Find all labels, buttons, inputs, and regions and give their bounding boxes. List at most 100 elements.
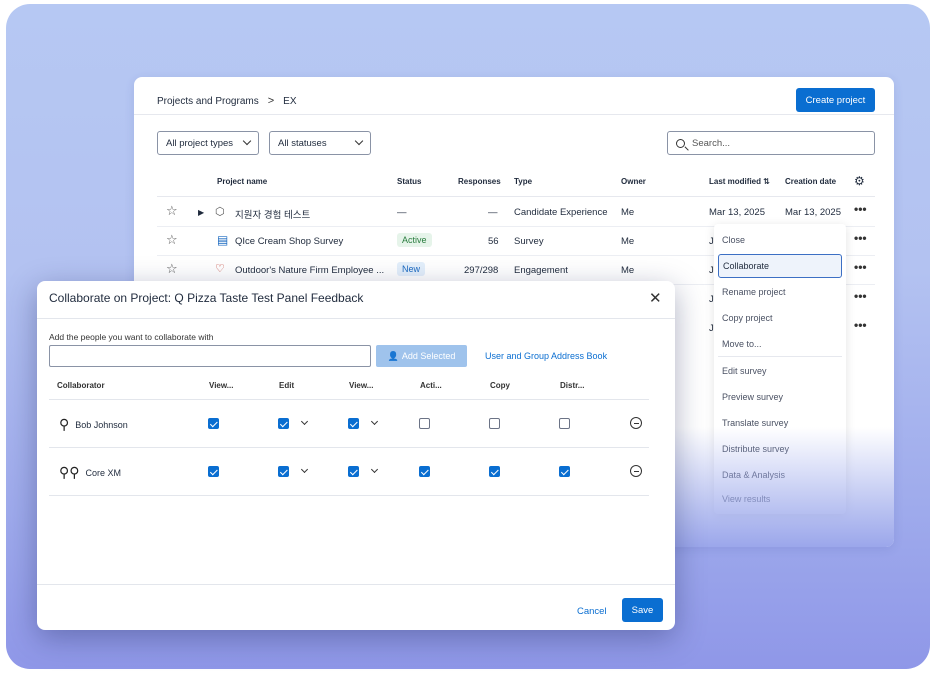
breadcrumb-projects[interactable]: Projects and Programs (157, 96, 259, 107)
owner-text: Me (621, 265, 635, 276)
distribute-checkbox[interactable] (559, 466, 570, 477)
expand-icon[interactable]: ▶ (198, 208, 204, 217)
view-checkbox[interactable] (208, 466, 219, 477)
add-selected-label: Add Selected (401, 351, 456, 361)
statuses-select[interactable]: All statuses (269, 131, 371, 155)
table-row[interactable]: ☆ ▶ ⬡ 지원자 경험 테스트 — — Candidate Experienc… (157, 198, 875, 227)
owner-text: Me (621, 207, 635, 218)
col-responses[interactable]: Responses (458, 177, 501, 186)
menu-item-move-to[interactable]: Move to... (718, 332, 842, 356)
more-actions-icon[interactable]: ••• (854, 318, 867, 332)
create-project-button[interactable]: Create project (796, 88, 875, 112)
project-name[interactable]: 지원자 경험 테스트 (235, 207, 310, 221)
more-actions-icon[interactable]: ••• (854, 231, 867, 245)
distribute-checkbox[interactable] (559, 418, 570, 429)
menu-divider (718, 356, 842, 357)
project-types-select[interactable]: All project types (157, 131, 259, 155)
col-creation-date[interactable]: Creation date (785, 177, 836, 186)
cancel-button[interactable]: Cancel (577, 606, 607, 617)
col-copy: Copy (490, 381, 510, 390)
add-people-input[interactable] (49, 345, 371, 367)
menu-item-edit-survey[interactable]: Edit survey (718, 359, 842, 383)
status-badge: Active (397, 233, 432, 247)
project-name[interactable]: Outdoor's Nature Firm Employee ... (235, 265, 384, 276)
star-icon[interactable]: ☆ (166, 232, 178, 248)
col-view: View... (209, 381, 234, 390)
activate-checkbox[interactable] (419, 466, 430, 477)
breadcrumb-separator: > (267, 95, 275, 107)
col-activate: Acti... (420, 381, 442, 390)
view-2-checkbox[interactable] (348, 466, 359, 477)
responses-count: — (488, 207, 498, 218)
menu-item-collaborate[interactable]: Collaborate (718, 254, 842, 278)
type-text: Survey (514, 236, 544, 247)
chevron-down-icon[interactable] (370, 417, 379, 426)
menu-item-data-analysis[interactable]: Data & Analysis (718, 463, 842, 487)
chevron-down-icon (354, 136, 364, 146)
menu-item-copy-project[interactable]: Copy project (718, 306, 842, 330)
collaborator-name: Bob Johnson (75, 419, 128, 430)
remove-collaborator-icon[interactable] (630, 417, 642, 429)
col-view-2: View... (349, 381, 374, 390)
save-button[interactable]: Save (622, 598, 663, 622)
col-collaborator: Collaborator (57, 381, 105, 390)
copy-checkbox[interactable] (489, 418, 500, 429)
row-divider (49, 447, 649, 448)
project-types-value: All project types (166, 137, 234, 149)
settings-gear-icon[interactable]: ⚙ (854, 174, 865, 188)
col-last-modified[interactable]: Last modified ⇅ (709, 177, 770, 186)
search-input[interactable]: Search... (667, 131, 875, 155)
context-menu: Close Collaborate Rename project Copy pr… (714, 224, 846, 514)
chevron-down-icon (242, 136, 252, 146)
breadcrumb-ex[interactable]: EX (283, 96, 296, 107)
collaborator-row-core-xm: ⚲⚲ Core XM (59, 464, 121, 481)
project-name[interactable]: QIce Cream Shop Survey (235, 236, 343, 247)
copy-checkbox[interactable] (489, 466, 500, 477)
breadcrumb: Projects and Programs > EX (157, 95, 297, 107)
more-actions-icon[interactable]: ••• (854, 260, 867, 274)
address-book-link[interactable]: User and Group Address Book (485, 351, 607, 361)
owner-text: Me (621, 236, 635, 247)
menu-item-preview-survey[interactable]: Preview survey (718, 385, 842, 409)
remove-collaborator-icon[interactable] (630, 465, 642, 477)
table-header-divider (49, 399, 649, 400)
star-icon[interactable]: ☆ (166, 261, 178, 277)
star-icon[interactable]: ☆ (166, 203, 178, 219)
collaborator-row-bob: ⚲ Bob Johnson (59, 416, 128, 433)
edit-checkbox[interactable] (278, 466, 289, 477)
menu-item-view-results[interactable]: View results (718, 487, 842, 511)
status-badge: New (397, 262, 426, 276)
menu-item-rename-project[interactable]: Rename project (718, 280, 842, 304)
search-icon (676, 138, 685, 148)
menu-item-distribute-survey[interactable]: Distribute survey (718, 437, 842, 461)
more-actions-icon[interactable]: ••• (854, 202, 867, 216)
chevron-down-icon[interactable] (300, 465, 309, 474)
row-divider (49, 495, 649, 496)
header-divider (134, 114, 894, 115)
col-status[interactable]: Status (397, 177, 421, 186)
col-owner[interactable]: Owner (621, 177, 646, 186)
collaborate-dialog: Collaborate on Project: Q Pizza Taste Te… (37, 281, 675, 630)
responses-count: 56 (488, 236, 499, 247)
add-selected-button[interactable]: 👤 Add Selected (376, 345, 467, 367)
chevron-down-icon[interactable] (300, 417, 309, 426)
activate-checkbox[interactable] (419, 418, 430, 429)
type-text: Engagement (514, 265, 568, 276)
survey-icon: ▤ (217, 233, 229, 247)
chevron-down-icon[interactable] (370, 465, 379, 474)
menu-item-close[interactable]: Close (718, 228, 842, 252)
close-icon[interactable]: ✕ (649, 289, 662, 307)
engagement-heart-icon: ♡ (215, 263, 225, 275)
col-project-name[interactable]: Project name (217, 177, 267, 186)
col-type[interactable]: Type (514, 177, 532, 186)
person-icon: 👤 (387, 350, 399, 361)
menu-item-translate-survey[interactable]: Translate survey (718, 411, 842, 435)
edit-checkbox[interactable] (278, 418, 289, 429)
add-people-label: Add the people you want to collaborate w… (49, 332, 214, 342)
view-checkbox[interactable] (208, 418, 219, 429)
user-icon: ⚲ (59, 416, 70, 432)
search-placeholder: Search... (692, 137, 731, 149)
group-icon: ⚲⚲ (59, 464, 80, 480)
more-actions-icon[interactable]: ••• (854, 289, 867, 303)
view-2-checkbox[interactable] (348, 418, 359, 429)
